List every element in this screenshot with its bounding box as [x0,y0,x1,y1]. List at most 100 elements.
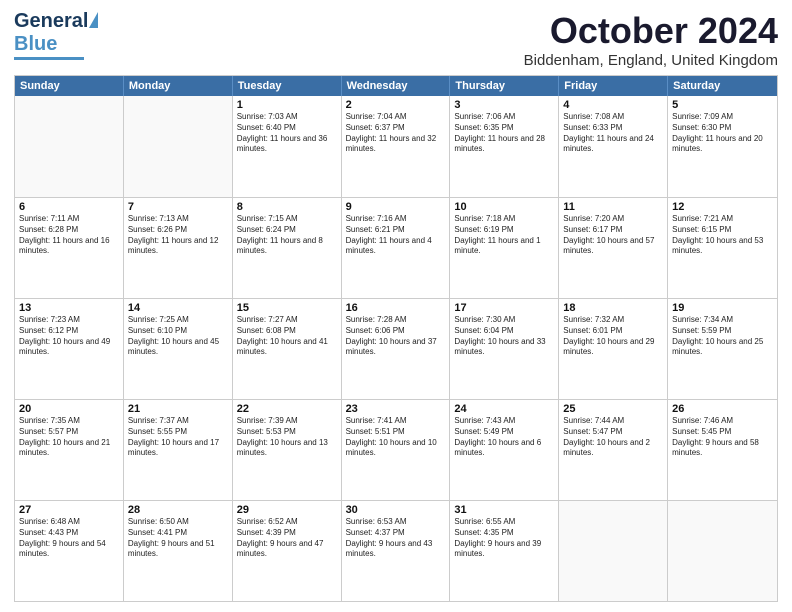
cal-cell: 12Sunrise: 7:21 AM Sunset: 6:15 PM Dayli… [668,198,777,298]
cell-info: Sunrise: 7:41 AM Sunset: 5:51 PM Dayligh… [346,416,446,459]
day-number: 10 [454,201,554,213]
cal-cell: 26Sunrise: 7:46 AM Sunset: 5:45 PM Dayli… [668,400,777,500]
cal-cell: 2Sunrise: 7:04 AM Sunset: 6:37 PM Daylig… [342,96,451,197]
cell-info: Sunrise: 7:37 AM Sunset: 5:55 PM Dayligh… [128,416,228,459]
header-thursday: Thursday [450,76,559,96]
cal-cell: 4Sunrise: 7:08 AM Sunset: 6:33 PM Daylig… [559,96,668,197]
cell-info: Sunrise: 7:09 AM Sunset: 6:30 PM Dayligh… [672,112,773,155]
day-number: 6 [19,201,119,213]
day-number: 1 [237,99,337,111]
month-title: October 2024 [524,10,778,52]
cal-cell: 3Sunrise: 7:06 AM Sunset: 6:35 PM Daylig… [450,96,559,197]
cell-info: Sunrise: 7:11 AM Sunset: 6:28 PM Dayligh… [19,214,119,257]
cal-cell: 10Sunrise: 7:18 AM Sunset: 6:19 PM Dayli… [450,198,559,298]
day-number: 28 [128,504,228,516]
cal-cell: 17Sunrise: 7:30 AM Sunset: 6:04 PM Dayli… [450,299,559,399]
cell-info: Sunrise: 7:46 AM Sunset: 5:45 PM Dayligh… [672,416,773,459]
day-number: 23 [346,403,446,415]
day-number: 27 [19,504,119,516]
cell-info: Sunrise: 7:20 AM Sunset: 6:17 PM Dayligh… [563,214,663,257]
cal-cell: 24Sunrise: 7:43 AM Sunset: 5:49 PM Dayli… [450,400,559,500]
day-number: 7 [128,201,228,213]
cell-info: Sunrise: 7:23 AM Sunset: 6:12 PM Dayligh… [19,315,119,358]
day-number: 31 [454,504,554,516]
day-number: 18 [563,302,663,314]
cell-info: Sunrise: 7:18 AM Sunset: 6:19 PM Dayligh… [454,214,554,257]
day-number: 2 [346,99,446,111]
cal-cell: 29Sunrise: 6:52 AM Sunset: 4:39 PM Dayli… [233,501,342,601]
cal-cell: 28Sunrise: 6:50 AM Sunset: 4:41 PM Dayli… [124,501,233,601]
cell-info: Sunrise: 6:52 AM Sunset: 4:39 PM Dayligh… [237,517,337,560]
cal-cell: 19Sunrise: 7:34 AM Sunset: 5:59 PM Dayli… [668,299,777,399]
calendar-week-4: 20Sunrise: 7:35 AM Sunset: 5:57 PM Dayli… [15,399,777,500]
cal-cell: 30Sunrise: 6:53 AM Sunset: 4:37 PM Dayli… [342,501,451,601]
cal-cell: 20Sunrise: 7:35 AM Sunset: 5:57 PM Dayli… [15,400,124,500]
cell-info: Sunrise: 6:53 AM Sunset: 4:37 PM Dayligh… [346,517,446,560]
cell-info: Sunrise: 6:50 AM Sunset: 4:41 PM Dayligh… [128,517,228,560]
day-number: 25 [563,403,663,415]
cal-cell: 23Sunrise: 7:41 AM Sunset: 5:51 PM Dayli… [342,400,451,500]
cell-info: Sunrise: 7:16 AM Sunset: 6:21 PM Dayligh… [346,214,446,257]
cal-cell: 21Sunrise: 7:37 AM Sunset: 5:55 PM Dayli… [124,400,233,500]
header-sunday: Sunday [15,76,124,96]
cal-cell: 16Sunrise: 7:28 AM Sunset: 6:06 PM Dayli… [342,299,451,399]
cal-cell: 13Sunrise: 7:23 AM Sunset: 6:12 PM Dayli… [15,299,124,399]
cell-info: Sunrise: 7:13 AM Sunset: 6:26 PM Dayligh… [128,214,228,257]
calendar-week-5: 27Sunrise: 6:48 AM Sunset: 4:43 PM Dayli… [15,500,777,601]
cal-cell: 15Sunrise: 7:27 AM Sunset: 6:08 PM Dayli… [233,299,342,399]
cell-info: Sunrise: 7:08 AM Sunset: 6:33 PM Dayligh… [563,112,663,155]
cell-info: Sunrise: 7:39 AM Sunset: 5:53 PM Dayligh… [237,416,337,459]
logo-triangle-icon [89,12,98,28]
day-number: 13 [19,302,119,314]
day-number: 16 [346,302,446,314]
day-number: 3 [454,99,554,111]
day-number: 24 [454,403,554,415]
day-number: 8 [237,201,337,213]
day-number: 11 [563,201,663,213]
cal-cell: 27Sunrise: 6:48 AM Sunset: 4:43 PM Dayli… [15,501,124,601]
cal-cell [668,501,777,601]
day-number: 4 [563,99,663,111]
cal-cell: 6Sunrise: 7:11 AM Sunset: 6:28 PM Daylig… [15,198,124,298]
cal-cell: 11Sunrise: 7:20 AM Sunset: 6:17 PM Dayli… [559,198,668,298]
logo-underline [14,57,84,60]
day-number: 5 [672,99,773,111]
day-number: 15 [237,302,337,314]
cal-cell: 8Sunrise: 7:15 AM Sunset: 6:24 PM Daylig… [233,198,342,298]
header-saturday: Saturday [668,76,777,96]
location: Biddenham, England, United Kingdom [524,52,778,69]
cal-cell: 9Sunrise: 7:16 AM Sunset: 6:21 PM Daylig… [342,198,451,298]
day-number: 12 [672,201,773,213]
cal-cell [559,501,668,601]
day-number: 22 [237,403,337,415]
logo-general: General [14,10,88,32]
day-number: 9 [346,201,446,213]
cal-cell: 14Sunrise: 7:25 AM Sunset: 6:10 PM Dayli… [124,299,233,399]
calendar-body: 1Sunrise: 7:03 AM Sunset: 6:40 PM Daylig… [15,96,777,601]
cal-cell: 7Sunrise: 7:13 AM Sunset: 6:26 PM Daylig… [124,198,233,298]
calendar: Sunday Monday Tuesday Wednesday Thursday… [14,75,778,602]
cell-info: Sunrise: 7:34 AM Sunset: 5:59 PM Dayligh… [672,315,773,358]
header-tuesday: Tuesday [233,76,342,96]
header-monday: Monday [124,76,233,96]
cell-info: Sunrise: 7:35 AM Sunset: 5:57 PM Dayligh… [19,416,119,459]
day-number: 30 [346,504,446,516]
cell-info: Sunrise: 7:21 AM Sunset: 6:15 PM Dayligh… [672,214,773,257]
header-friday: Friday [559,76,668,96]
cell-info: Sunrise: 7:03 AM Sunset: 6:40 PM Dayligh… [237,112,337,155]
cal-cell [15,96,124,197]
cell-info: Sunrise: 7:28 AM Sunset: 6:06 PM Dayligh… [346,315,446,358]
cell-info: Sunrise: 7:30 AM Sunset: 6:04 PM Dayligh… [454,315,554,358]
calendar-week-1: 1Sunrise: 7:03 AM Sunset: 6:40 PM Daylig… [15,96,777,197]
cell-info: Sunrise: 7:04 AM Sunset: 6:37 PM Dayligh… [346,112,446,155]
page: General Blue October 2024 Biddenham, Eng… [0,0,792,612]
header-wednesday: Wednesday [342,76,451,96]
cal-cell: 18Sunrise: 7:32 AM Sunset: 6:01 PM Dayli… [559,299,668,399]
cal-cell: 1Sunrise: 7:03 AM Sunset: 6:40 PM Daylig… [233,96,342,197]
cal-cell: 25Sunrise: 7:44 AM Sunset: 5:47 PM Dayli… [559,400,668,500]
day-number: 26 [672,403,773,415]
cal-cell [124,96,233,197]
cell-info: Sunrise: 7:44 AM Sunset: 5:47 PM Dayligh… [563,416,663,459]
cell-info: Sunrise: 6:48 AM Sunset: 4:43 PM Dayligh… [19,517,119,560]
cell-info: Sunrise: 6:55 AM Sunset: 4:35 PM Dayligh… [454,517,554,560]
